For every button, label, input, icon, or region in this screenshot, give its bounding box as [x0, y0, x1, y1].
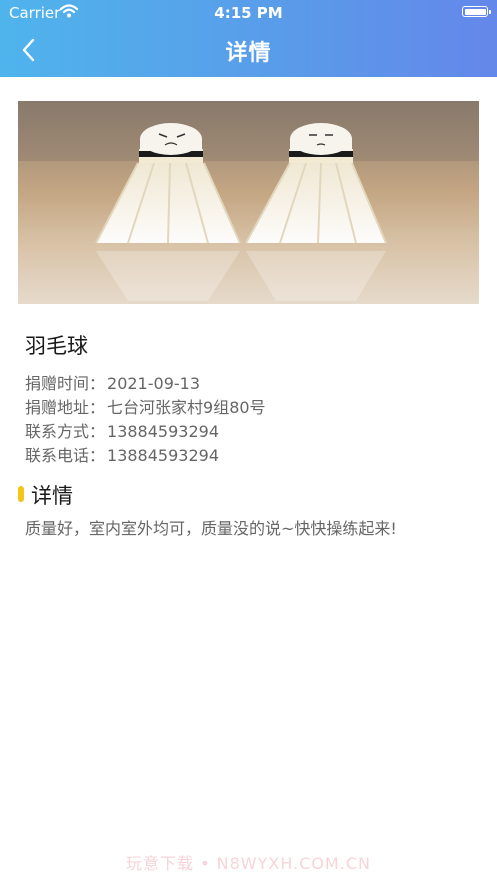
donation-time-label: 捐赠时间：	[25, 374, 106, 393]
contact-phone-row: 联系电话： 13884593294	[25, 444, 266, 468]
donation-time-value: 2021-09-13	[107, 374, 200, 393]
details-heading: 详情	[31, 484, 73, 508]
item-info-list: 捐赠时间： 2021-09-13 捐赠地址： 七台河张家村9组80号 联系方式： 13…	[25, 372, 266, 468]
donation-address-label: 捐赠地址：	[25, 398, 106, 417]
donation-time-row: 捐赠时间： 2021-09-13	[25, 372, 266, 396]
contact-method-value: 13884593294	[107, 422, 219, 441]
contact-method-row: 联系方式： 13884593294	[25, 420, 266, 444]
details-description: 质量好，室内室外均可，质量没的说~快快操练起来!	[25, 519, 397, 538]
status-bar: Carrier 4:15 PM	[0, 0, 497, 26]
page-title: 详情	[225, 41, 272, 66]
contact-phone-value: 13884593294	[107, 446, 219, 465]
watermark: 玩意下载 • N8WYXH.COM.CN	[126, 854, 371, 873]
battery-icon	[462, 6, 491, 17]
donation-address-value: 七台河张家村9组80号	[107, 398, 266, 417]
donation-address-row: 捐赠地址： 七台河张家村9组80号	[25, 396, 266, 420]
section-accent-bar	[18, 486, 24, 502]
item-photo	[18, 101, 479, 304]
item-name: 羽毛球	[25, 334, 88, 358]
shuttlecock-image	[18, 101, 479, 304]
nav-header: Carrier 4:15 PM 详情	[0, 0, 497, 77]
contact-phone-label: 联系电话：	[25, 446, 106, 465]
contact-method-label: 联系方式：	[25, 422, 106, 441]
clock: 4:15 PM	[214, 4, 283, 22]
